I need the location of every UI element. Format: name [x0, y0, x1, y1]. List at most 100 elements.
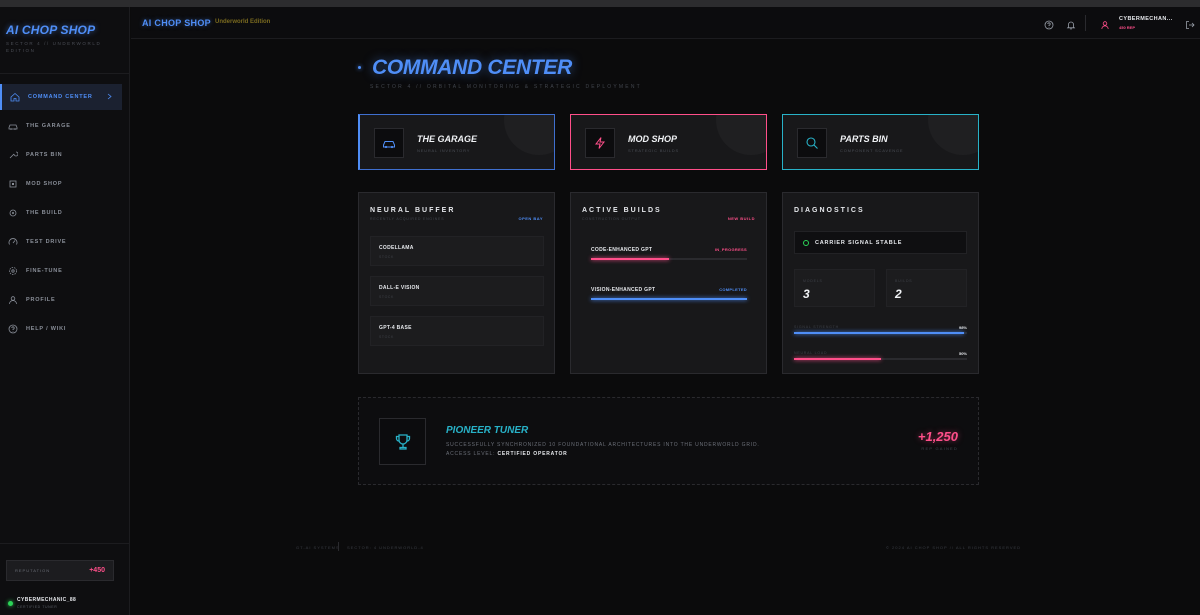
open-bay-link[interactable]: OPEN BAY: [518, 216, 543, 221]
stat-value: 2: [895, 287, 902, 301]
meter-fill: [794, 332, 964, 334]
help-circle-icon[interactable]: [1044, 17, 1054, 30]
achievement-title: PIONEER TUNER: [446, 425, 529, 436]
quick-card-subtitle: STRATEGIC BUILDS: [628, 148, 679, 153]
access-level: CERTIFIED OPERATOR: [497, 451, 568, 457]
panel-subtitle: CONSTRUCTION OUTPUT: [582, 217, 641, 221]
card-glow: [504, 115, 554, 155]
user-icon: [8, 295, 18, 305]
quick-card-title: MOD SHOP: [628, 134, 678, 144]
sidebar-item-label: MOD SHOP: [26, 181, 63, 187]
meter-track: [794, 332, 967, 334]
chip-icon: [8, 179, 18, 189]
new-build-link[interactable]: NEW BUILD: [728, 216, 755, 221]
stat-label: BUILDS: [895, 279, 913, 283]
achievement-points: +1,250: [917, 429, 958, 444]
sidebar-item-parts-bin[interactable]: PARTS BIN: [0, 142, 130, 168]
engine-status: STOCK: [379, 295, 394, 299]
gear-icon: [8, 208, 18, 218]
list-item[interactable]: DALL-E VISION STOCK: [370, 276, 544, 306]
footer-copyright: © 2024 AI CHOP SHOP // ALL RIGHTS RESERV…: [886, 545, 1022, 550]
quick-card-garage[interactable]: THE GARAGE NEURAL INVENTORY: [358, 114, 555, 170]
models-stat: MODELS 3: [794, 269, 875, 307]
sidebar-item-profile[interactable]: PROFILE: [0, 287, 130, 313]
header-user-name[interactable]: CYBERMECHAN...: [1119, 16, 1173, 22]
quick-card-mod-shop[interactable]: MOD SHOP STRATEGIC BUILDS: [570, 114, 767, 170]
sidebar-user[interactable]: CYBERMECHANIC_88 CERTIFIED TUNER: [8, 597, 76, 609]
meter-track: [794, 358, 967, 360]
list-item[interactable]: CODELLAMA STOCK: [370, 236, 544, 266]
meter-label: NEURAL LOAD: [794, 351, 828, 355]
user-icon[interactable]: [1100, 17, 1110, 30]
carrier-status-text: CARRIER SIGNAL STABLE: [815, 240, 903, 246]
brand-subtitle: SECTOR 4 // UNDERWORLD EDITION: [6, 41, 102, 53]
footer-sector: SECTOR: 4 UNDERWORLD-4: [347, 545, 424, 550]
diagnostics-panel: DIAGNOSTICS CARRIER SIGNAL STABLE MODELS…: [782, 192, 979, 374]
engine-name: DALL-E VISION: [379, 285, 420, 291]
sidebar-item-label: FINE-TUNE: [26, 268, 63, 274]
quick-card-subtitle: COMPONENT SCAVENGE: [840, 148, 904, 153]
sidebar-nav: COMMAND CENTER THE GARAGE PARTS BIN MOD …: [0, 84, 130, 345]
build-progress-fill: [591, 258, 669, 260]
card-glow: [716, 115, 766, 155]
sidebar-bottom-divider: [0, 543, 130, 544]
sidebar-item-label: PARTS BIN: [26, 152, 63, 158]
meter-label: SIGNAL STRENGTH: [794, 325, 839, 329]
active-builds-panel: ACTIVE BUILDS CONSTRUCTION OUTPUT NEW BU…: [570, 192, 767, 374]
sidebar-item-label: PROFILE: [26, 297, 56, 303]
engine-name: GPT-4 BASE: [379, 325, 412, 331]
build-name: CODE-ENHANCED GPT: [591, 247, 653, 253]
reputation-label: REPUTATION: [15, 568, 51, 573]
panel-title: NEURAL BUFFER: [370, 207, 456, 214]
meter-fill: [794, 358, 881, 360]
sidebar-item-mod-shop[interactable]: MOD SHOP: [0, 171, 130, 197]
list-item[interactable]: GPT-4 BASE STOCK: [370, 316, 544, 346]
sidebar-item-garage[interactable]: THE GARAGE: [0, 113, 130, 139]
meter-value: 98%: [958, 325, 967, 330]
gauge-icon: [8, 237, 18, 247]
window-top-strip: [0, 0, 1200, 7]
brand-logo[interactable]: AI CHOP SHOP: [6, 23, 95, 37]
signal-status-icon: [803, 240, 809, 246]
page-title: COMMAND CENTER: [372, 56, 572, 79]
sidebar-item-the-build[interactable]: THE BUILD: [0, 200, 130, 226]
lightning-icon: [585, 128, 615, 158]
sidebar-item-command-center[interactable]: COMMAND CENTER: [0, 84, 122, 110]
wrench-icon: [8, 150, 18, 160]
sidebar-item-label: COMMAND CENTER: [28, 94, 93, 100]
car-icon: [374, 128, 404, 158]
sidebar-item-fine-tune[interactable]: FINE-TUNE: [0, 258, 130, 284]
carrier-status: CARRIER SIGNAL STABLE: [794, 231, 967, 254]
build-progress-fill: [591, 298, 747, 300]
user-name: CYBERMECHANIC_88: [17, 597, 77, 603]
panel-subtitle: RECENTLY ACQUIRED ENGINES: [370, 217, 445, 221]
build-progress-track: [591, 258, 747, 260]
engine-status: STOCK: [379, 335, 394, 339]
build-status: IN_PROGRESS: [714, 247, 747, 252]
logout-icon[interactable]: [1185, 17, 1195, 29]
reputation-value: +450: [89, 567, 105, 574]
build-name: VISION-ENHANCED GPT: [591, 287, 656, 293]
sidebar-item-help[interactable]: HELP / WIKI: [0, 316, 130, 342]
sidebar-item-label: THE BUILD: [26, 210, 63, 216]
panel-title: DIAGNOSTICS: [794, 207, 865, 214]
sidebar-item-label: THE GARAGE: [26, 123, 71, 129]
card-glow: [928, 115, 978, 155]
meter-value: 50%: [958, 351, 967, 356]
achievement-description: SUCCESSFULLY SYNCHRONIZED 10 FOUNDATIONA…: [446, 442, 760, 448]
sidebar-item-test-drive[interactable]: TEST DRIVE: [0, 229, 130, 255]
bell-icon[interactable]: [1066, 17, 1076, 30]
sidebar-divider: [0, 73, 130, 74]
header-title: AI CHOP SHOP: [142, 18, 211, 28]
title-indicator-dot: [358, 66, 361, 69]
panel-title: ACTIVE BUILDS: [582, 207, 662, 214]
achievement-banner: PIONEER TUNER SUCCESSFULLY SYNCHRONIZED …: [358, 397, 979, 485]
sidebar-item-label: HELP / WIKI: [26, 326, 67, 332]
footer-system: GT-AI SYSTEMS: [296, 545, 340, 550]
quick-card-subtitle: NEURAL INVENTORY: [417, 148, 471, 153]
neural-buffer-panel: NEURAL BUFFER RECENTLY ACQUIRED ENGINES …: [358, 192, 555, 374]
quick-card-parts-bin[interactable]: PARTS BIN COMPONENT SCAVENGE: [782, 114, 979, 170]
trophy-icon: [379, 418, 426, 465]
engine-status: STOCK: [379, 255, 394, 259]
sidebar-item-label: TEST DRIVE: [26, 239, 67, 245]
